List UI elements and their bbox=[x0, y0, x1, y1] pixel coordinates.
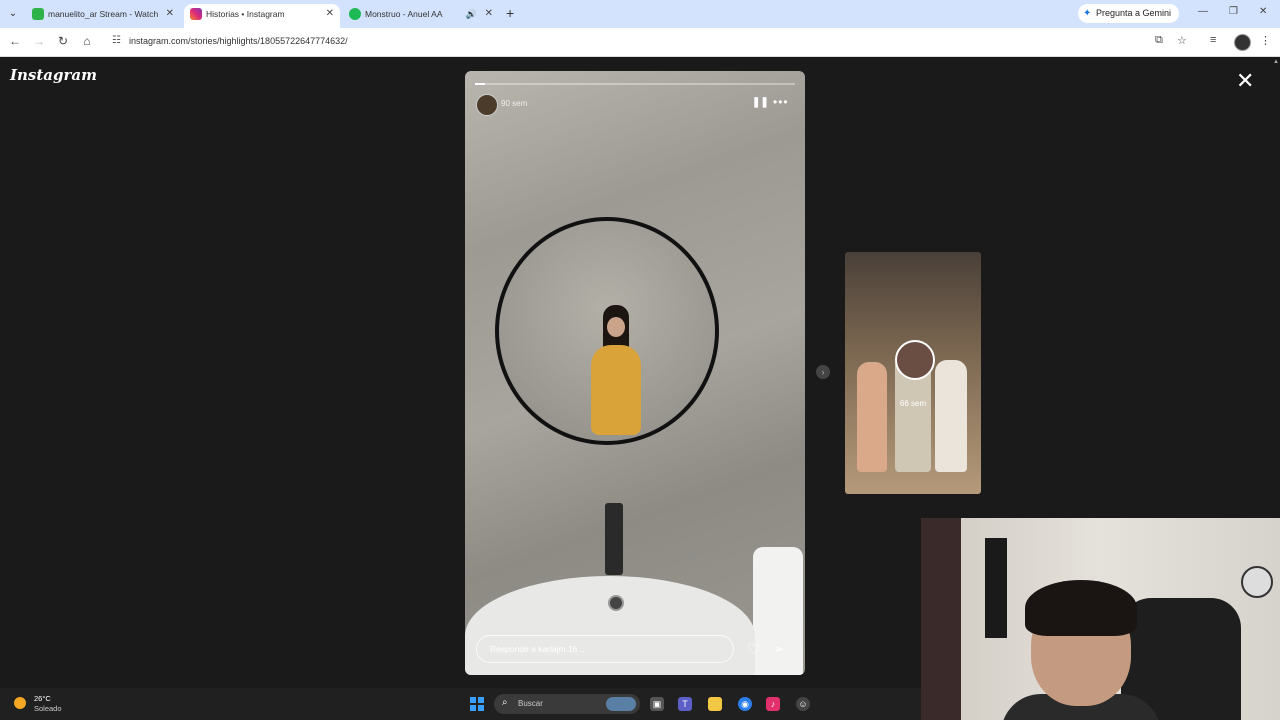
story-progress-fill bbox=[475, 83, 485, 85]
media-controls-icon[interactable]: ≡ bbox=[1210, 34, 1216, 46]
browser-tab-strip: ⌄ manuelito_ar Stream - Watch L ✕ Histor… bbox=[0, 0, 1280, 28]
chrome-menu-icon[interactable]: ⋮ bbox=[1260, 34, 1271, 47]
tiktok-icon[interactable]: ♪ bbox=[766, 697, 780, 711]
install-app-icon[interactable]: ⧉ bbox=[1155, 34, 1163, 47]
tab-manuelito-stream[interactable]: manuelito_ar Stream - Watch L ✕ bbox=[26, 4, 180, 28]
reload-icon[interactable]: ↻ bbox=[55, 34, 71, 48]
tab-title: Historias • Instagram bbox=[206, 9, 285, 19]
story-viewer[interactable]: 90 sem ❚❚ ••• Responde a karlajm.16... ♡… bbox=[465, 71, 805, 675]
instagram-logo[interactable]: Instagram bbox=[10, 66, 97, 84]
kick-favicon-icon bbox=[32, 8, 44, 20]
wall-emblem bbox=[1241, 566, 1273, 598]
task-view-icon[interactable]: ▣ bbox=[650, 697, 664, 711]
pause-icon[interactable]: ❚❚ bbox=[752, 97, 769, 108]
url-text[interactable]: instagram.com/stories/highlights/1805572… bbox=[129, 36, 348, 46]
reply-placeholder: Responde a karlajm.16... bbox=[490, 644, 585, 654]
tab-title: Monstruo - Anuel AA bbox=[365, 9, 443, 19]
gemini-label: Pregunta a Gemini bbox=[1096, 8, 1172, 18]
spotify-favicon-icon bbox=[349, 8, 361, 20]
file-explorer-icon[interactable] bbox=[708, 697, 722, 711]
tab-instagram-stories[interactable]: Historias • Instagram ✕ bbox=[184, 4, 340, 28]
instagram-favicon-icon bbox=[190, 8, 202, 20]
tab-spotify-monstruo[interactable]: Monstruo - Anuel AA 🔊 ✕ bbox=[343, 4, 499, 28]
bookmark-star-icon[interactable]: ☆ bbox=[1177, 34, 1187, 47]
new-tab-button[interactable]: + bbox=[506, 5, 514, 21]
weather-temp[interactable]: 26°C bbox=[34, 694, 51, 703]
next-story-arrow-icon[interactable]: › bbox=[816, 365, 830, 379]
tab-close-icon[interactable]: ✕ bbox=[485, 4, 493, 24]
gemini-sparkle-icon: ✦ bbox=[1083, 8, 1092, 19]
like-heart-icon[interactable]: ♡ bbox=[747, 640, 760, 658]
story-photo-faucet bbox=[605, 503, 623, 575]
tab-close-icon[interactable]: ✕ bbox=[166, 4, 174, 24]
next-story-timestamp: 66 sem bbox=[899, 399, 927, 408]
gemini-button[interactable]: ✦ Pregunta a Gemini bbox=[1078, 4, 1180, 23]
webcam-overlay bbox=[921, 518, 1280, 720]
omnibox[interactable]: ☷ instagram.com/stories/highlights/18055… bbox=[104, 32, 1144, 52]
more-options-icon[interactable]: ••• bbox=[773, 95, 789, 109]
tab-search-dropdown-icon[interactable]: ⌄ bbox=[6, 7, 20, 21]
next-story-avatar bbox=[895, 340, 935, 380]
search-icon: ⌕ bbox=[502, 697, 508, 708]
chrome-icon[interactable]: ◉ bbox=[738, 697, 752, 711]
story-timestamp: 90 sem bbox=[501, 99, 528, 108]
story-photo-drain bbox=[608, 595, 624, 611]
teams-icon[interactable]: T bbox=[678, 697, 692, 711]
site-info-icon[interactable]: ☷ bbox=[112, 35, 121, 46]
taskbar-search[interactable]: ⌕ Buscar bbox=[494, 694, 640, 714]
tab-close-icon[interactable]: ✕ bbox=[326, 4, 334, 24]
tab-title: manuelito_ar Stream - Watch L bbox=[48, 9, 158, 19]
profile-avatar[interactable] bbox=[1234, 34, 1251, 51]
search-label: Buscar bbox=[518, 699, 543, 708]
story-author-avatar[interactable] bbox=[476, 94, 498, 116]
tab-audio-icon[interactable]: 🔊 bbox=[466, 4, 477, 24]
scroll-up-arrow-icon[interactable]: ▲ bbox=[1273, 59, 1279, 65]
window-close-icon[interactable]: ✕ bbox=[1259, 6, 1267, 17]
share-send-icon[interactable]: ➢ bbox=[774, 642, 784, 656]
story-reply-input[interactable]: Responde a karlajm.16... bbox=[476, 635, 734, 663]
next-story-preview[interactable]: 66 sem bbox=[845, 252, 981, 494]
forward-arrow-icon[interactable]: → bbox=[31, 34, 47, 48]
maximize-icon[interactable]: ❐ bbox=[1229, 6, 1238, 17]
discord-icon[interactable]: ☺ bbox=[796, 697, 810, 711]
search-highlight-icon bbox=[606, 697, 636, 711]
home-icon[interactable]: ⌂ bbox=[79, 34, 95, 48]
back-arrow-icon[interactable]: ← bbox=[7, 34, 23, 48]
sun-weather-icon[interactable] bbox=[14, 697, 26, 709]
weather-condition[interactable]: Soleado bbox=[34, 704, 62, 713]
story-progress-bar bbox=[475, 83, 795, 85]
windows-start-icon[interactable] bbox=[470, 697, 484, 711]
windows-taskbar: 26°C Soleado ⌕ Buscar ▣ T ◉ ♪ ☺ bbox=[0, 688, 921, 720]
address-toolbar: ← → ↻ ⌂ ☷ instagram.com/stories/highligh… bbox=[0, 28, 1280, 57]
story-photo-person bbox=[585, 305, 645, 445]
minimize-icon[interactable]: — bbox=[1198, 6, 1208, 17]
close-stories-icon[interactable]: ✕ bbox=[1236, 70, 1254, 92]
